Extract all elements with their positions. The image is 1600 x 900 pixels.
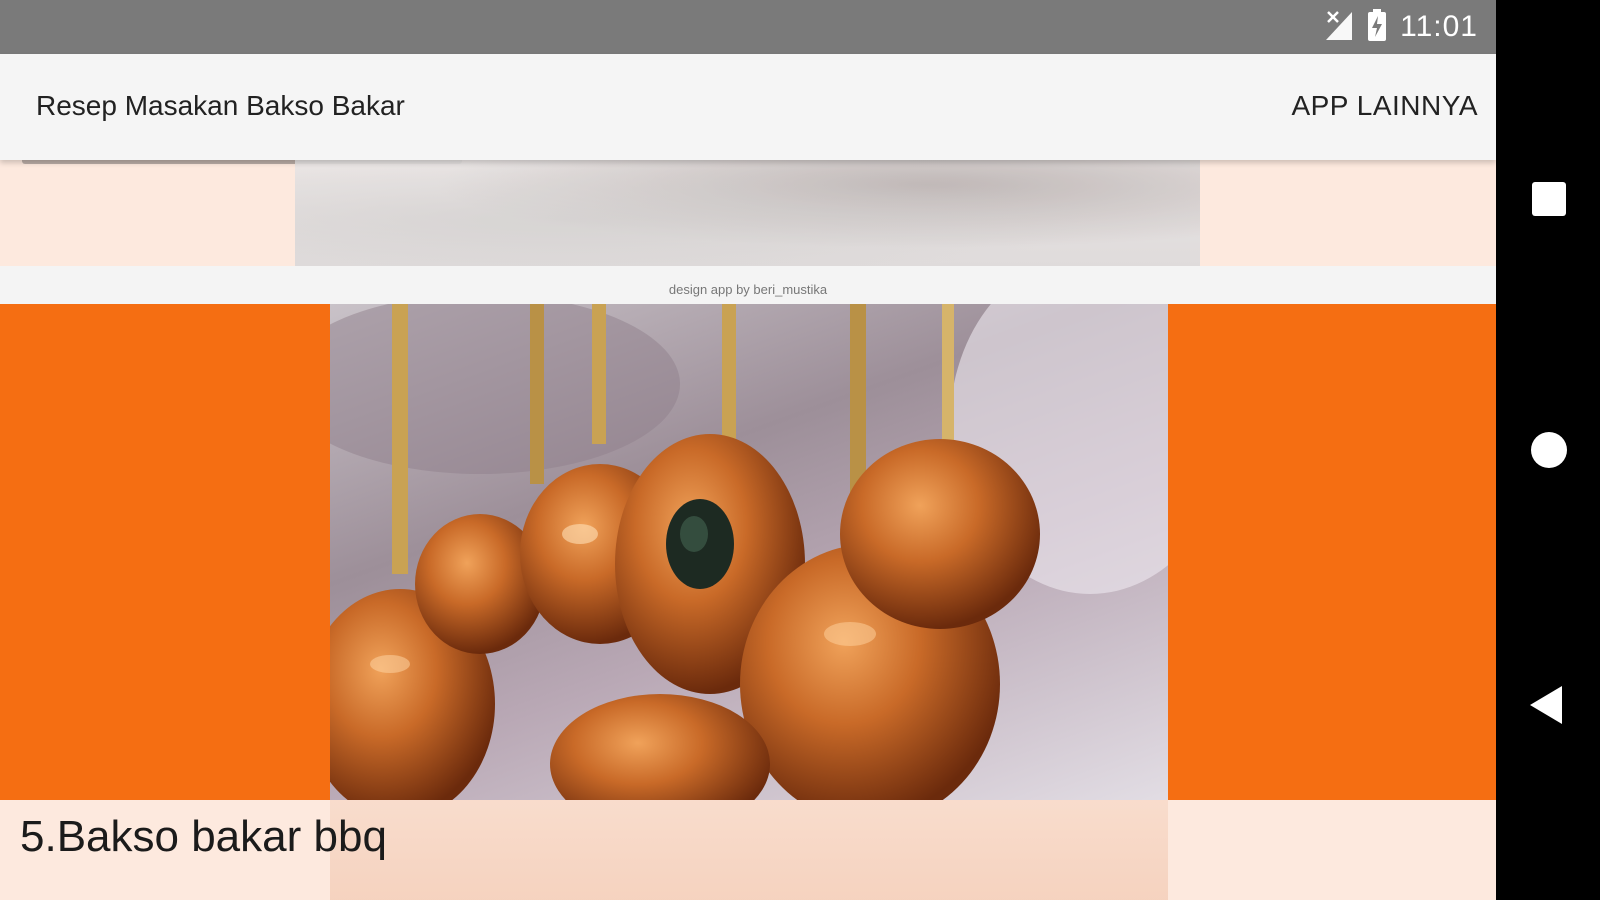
back-icon[interactable] (1530, 686, 1562, 724)
status-time: 11:01 (1400, 10, 1478, 43)
status-bar: 11:01 (0, 0, 1496, 54)
navigation-bar (1496, 0, 1600, 900)
status-icons: 11:01 (1324, 8, 1478, 46)
caption-bar: 5.Bakso bakar bbq (0, 800, 1496, 900)
previous-recipe-card[interactable] (0, 160, 1496, 266)
app-bar: Resep Masakan Bakso Bakar APP LAINNYA (0, 54, 1496, 160)
home-icon[interactable] (1531, 432, 1567, 468)
recipe-card[interactable] (0, 304, 1496, 800)
battery-charging-icon (1366, 8, 1388, 47)
more-apps-button[interactable]: APP LAINNYA (1291, 90, 1478, 122)
recipe-image (330, 304, 1168, 800)
credit-bar: design app by beri_mustika (0, 266, 1496, 304)
caption-image-peek (330, 800, 1168, 900)
recipe-title: 5.Bakso bakar bbq (20, 812, 387, 861)
designer-credit: design app by beri_mustika (668, 282, 828, 297)
app-screen: 11:01 Resep Masakan Bakso Bakar APP LAIN… (0, 0, 1496, 900)
previous-recipe-image (295, 160, 1200, 266)
signal-off-icon (1324, 8, 1354, 47)
app-title: Resep Masakan Bakso Bakar (36, 90, 405, 121)
recent-apps-icon[interactable] (1532, 182, 1566, 216)
